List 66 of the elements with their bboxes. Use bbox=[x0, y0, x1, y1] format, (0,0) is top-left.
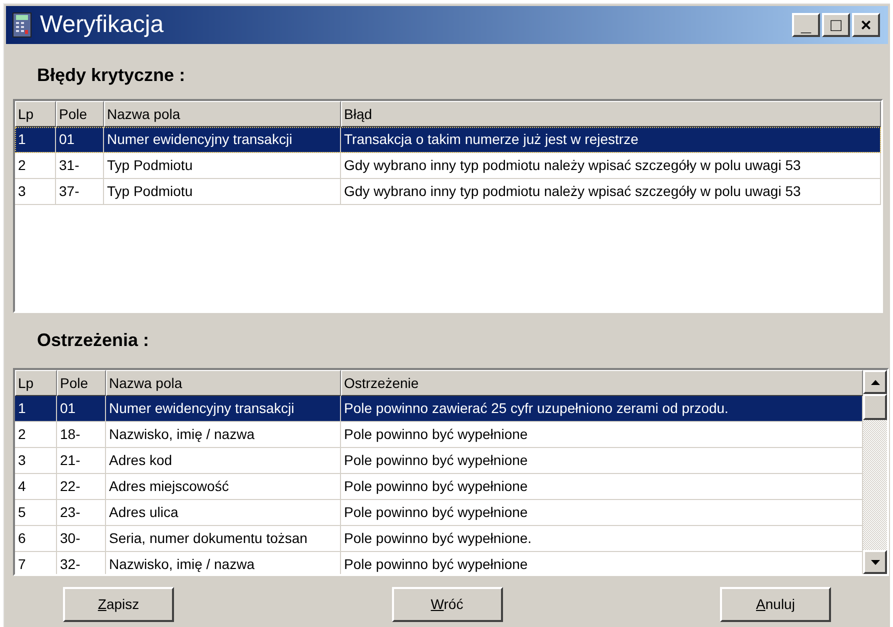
column-header[interactable]: Lp bbox=[15, 101, 56, 127]
table-cell: 6 bbox=[15, 526, 57, 551]
table-cell: 3 bbox=[15, 179, 56, 204]
table-cell: 23- bbox=[57, 500, 106, 525]
section-heading: Ostrzeżenia : bbox=[36, 329, 150, 352]
table-cell: 31- bbox=[56, 153, 104, 178]
scrollbar[interactable] bbox=[863, 370, 887, 574]
table-cell: Adres ulica bbox=[106, 500, 341, 525]
table-cell: 1 bbox=[15, 127, 56, 152]
down-arrow-icon bbox=[870, 560, 880, 564]
table-row[interactable]: 1 01 Numer ewidencyjny transakcji Pole powinno zawierać 25 cyfr uzupełniono zerami od przodu. bbox=[15, 396, 863, 422]
column-header[interactable]: Lp bbox=[15, 370, 57, 396]
section-heading: Błędy krytyczne : bbox=[36, 64, 186, 87]
table-cell: Adres miejscowość bbox=[106, 474, 341, 499]
minimize-button[interactable]: _ bbox=[792, 13, 820, 37]
table-cell: 18- bbox=[57, 422, 106, 447]
window-title: Weryfikacja bbox=[40, 13, 164, 37]
column-header[interactable]: Nazwa pola bbox=[106, 370, 341, 396]
table-cell: 01 bbox=[57, 396, 106, 421]
table-cell: Typ Podmiotu bbox=[104, 179, 341, 204]
maximize-button[interactable]: □ bbox=[822, 13, 850, 37]
table-cell: Nazwisko, imię / nazwa bbox=[106, 552, 341, 574]
calculator-icon bbox=[12, 12, 32, 38]
table-cell: 1 bbox=[15, 396, 57, 421]
table-cell: 01 bbox=[56, 127, 104, 152]
table-cell: 2 bbox=[15, 422, 57, 447]
table-cell: 2 bbox=[15, 153, 56, 178]
dialog-button[interactable]: Anuluj bbox=[720, 587, 831, 622]
table-cell: 4 bbox=[15, 474, 57, 499]
table-row[interactable]: 3 37- Typ Podmiotu Gdy wybrano inny typ podmiotu należy wpisać szczegóły w polu uwagi 53 bbox=[15, 179, 881, 205]
table-cell: Seria, numer dokumentu tożsan bbox=[106, 526, 341, 551]
table-row[interactable]: 4 22- Adres miejscowość Pole powinno być wypełnione bbox=[15, 474, 863, 500]
table-cell: Adres kod bbox=[106, 448, 341, 473]
table-row[interactable]: 3 21- Adres kod Pole powinno być wypełnione bbox=[15, 448, 863, 474]
close-button[interactable]: × bbox=[852, 13, 880, 37]
column-header[interactable]: Błąd bbox=[341, 101, 881, 127]
table-cell: Numer ewidencyjny transakcji bbox=[106, 396, 341, 421]
table-cell: Transakcja o takim numerze już jest w rejestrze bbox=[341, 127, 881, 152]
dialog-button[interactable]: Wróć bbox=[392, 587, 502, 622]
table-cell: 30- bbox=[57, 526, 106, 551]
table-cell: 22- bbox=[57, 474, 106, 499]
table-cell: Gdy wybrano inny typ podmiotu należy wpisać szczegóły w polu uwagi 53 bbox=[341, 153, 881, 178]
table-row[interactable]: 6 30- Seria, numer dokumentu tożsan Pole powinno być wypełnione. bbox=[15, 526, 863, 552]
scroll-down-button[interactable] bbox=[863, 550, 887, 574]
column-header[interactable]: Nazwa pola bbox=[104, 101, 341, 127]
table-cell: 3 bbox=[15, 448, 57, 473]
table-cell: 7 bbox=[15, 552, 57, 574]
table-row[interactable]: 1 01 Numer ewidencyjny transakcji Transakcja o takim numerze już jest w rejestrze bbox=[15, 127, 881, 153]
up-arrow-icon bbox=[870, 380, 880, 384]
table-row[interactable]: 5 23- Adres ulica Pole powinno być wypełnione bbox=[15, 500, 863, 526]
table-cell: 37- bbox=[56, 179, 104, 204]
table-cell: 21- bbox=[57, 448, 106, 473]
table-cell: Gdy wybrano inny typ podmiotu należy wpisać szczegóły w polu uwagi 53 bbox=[341, 179, 881, 204]
scroll-up-button[interactable] bbox=[863, 370, 887, 394]
table-cell: Numer ewidencyjny transakcji bbox=[104, 127, 341, 152]
table-cell: Typ Podmiotu bbox=[104, 153, 341, 178]
table-cell: 32- bbox=[57, 552, 106, 574]
dialog-button[interactable]: Zapisz bbox=[63, 587, 174, 622]
table-cell: 5 bbox=[15, 500, 57, 525]
column-header[interactable]: Ostrzeżenie bbox=[341, 370, 863, 396]
table-row[interactable]: 2 18- Nazwisko, imię / nazwa Pole powinno być wypełnione bbox=[15, 422, 863, 448]
table-row[interactable]: 2 31- Typ Podmiotu Gdy wybrano inny typ podmiotu należy wpisać szczegóły w polu uwagi 53 bbox=[15, 153, 881, 179]
column-header[interactable]: Pole bbox=[56, 101, 104, 127]
scroll-thumb[interactable] bbox=[863, 394, 887, 420]
column-header[interactable]: Pole bbox=[57, 370, 106, 396]
table-cell: Nazwisko, imię / nazwa bbox=[106, 422, 341, 447]
